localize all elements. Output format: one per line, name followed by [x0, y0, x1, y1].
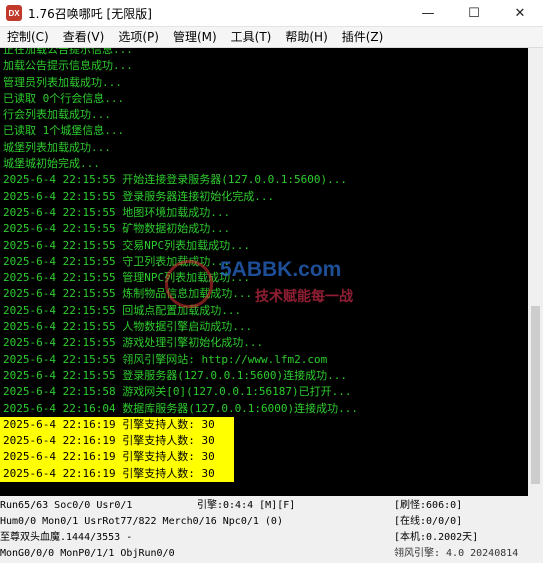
menu-options[interactable]: 选项(P) [111, 27, 166, 47]
log-line: 2025-6-4 22:15:55 回城点配置加载成功... [3, 303, 242, 317]
log-line: 2025-6-4 22:15:55 交易NPC列表加载成功... [3, 238, 250, 252]
status-mon: MonG0/0/0 MonP0/1/1 ObjRun0/0 [0, 548, 175, 559]
log-line: 2025-6-4 22:15:55 游戏处理引擎初始化成功... [3, 336, 264, 350]
menu-help[interactable]: 帮助(H) [278, 27, 334, 47]
menu-control[interactable]: 控制(C) [0, 27, 56, 47]
highlighted-log-line: 2025-6-4 22:16:19 引擎支持人数: 30 [0, 416, 234, 434]
app-logo-icon: DX [6, 5, 22, 21]
status-item: 至尊双头血魔.1444/3553 - [0, 532, 133, 543]
log-console[interactable]: 正在加载公告提示信息... 加载公告提示信息成功... 管理员列表加载成功...… [0, 48, 528, 496]
status-local: [本机:0.2002天] [394, 532, 479, 543]
server-window: DX 1.76召唤哪吒 [无限版] — ☐ ✕ 控制(C) 查看(V) 选项(P… [0, 0, 543, 563]
log-line: 2025-6-4 22:15:55 人物数据引擎启动成功... [3, 320, 253, 334]
log-line: 2025-6-4 22:15:55 翎风引擎网站: http://www.lfm… [3, 352, 328, 366]
log-line: 2025-6-4 22:15:55 守卫列表加载成功... [3, 254, 231, 268]
minimize-button[interactable]: — [405, 0, 451, 26]
log-line: 2025-6-4 22:15:55 地图环境加载成功... [3, 205, 231, 219]
highlighted-log-line: 2025-6-4 22:16:19 引擎支持人数: 30 [0, 449, 234, 466]
log-line: 城堡城初始完成... [3, 157, 100, 171]
window-controls: — ☐ ✕ [405, 0, 543, 26]
title-bar[interactable]: DX 1.76召唤哪吒 [无限版] — ☐ ✕ [0, 0, 543, 27]
log-line: 正在加载公告提示信息... [3, 48, 133, 56]
status-panel: Run65/63 Soc0/0 Usr0/1 引擎:0:4:4 [M][F] [… [0, 496, 543, 563]
window-title: 1.76召唤哪吒 [无限版] [28, 6, 152, 21]
menu-manage[interactable]: 管理(M) [166, 27, 224, 47]
log-line: 管理员列表加载成功... [3, 75, 122, 89]
log-line: 已读取 0个行会信息... [3, 91, 125, 105]
menu-plugins[interactable]: 插件(Z) [335, 27, 391, 47]
log-line: 2025-6-4 22:15:58 游戏网关[0](127.0.0.1:5618… [3, 385, 352, 399]
log-line: 2025-6-4 22:15:55 管理NPC列表加载成功... [3, 271, 250, 285]
highlighted-log-line: 2025-6-4 22:16:19 引擎支持人数: 30 [0, 433, 234, 450]
vertical-scrollbar[interactable] [528, 48, 543, 496]
highlighted-log-line: 2025-6-4 22:16:19 引擎支持人数: 30 [0, 465, 234, 483]
log-line: 2025-6-4 22:15:55 炼制物品信息加载成功... [3, 287, 253, 301]
log-line: 2025-6-4 22:16:04 数据库服务器(127.0.0.1:6000)… [3, 401, 359, 415]
menu-view[interactable]: 查看(V) [56, 27, 112, 47]
scrollbar-thumb[interactable] [531, 306, 540, 484]
log-line: 2025-6-4 22:15:55 登录服务器(127.0.0.1:5600)连… [3, 368, 348, 382]
log-line: 加载公告提示信息成功... [3, 59, 133, 73]
log-line: 已读取 1个城堡信息... [3, 124, 125, 138]
close-button[interactable]: ✕ [497, 0, 543, 26]
status-refresh: [刷怪:606:0] [394, 500, 463, 511]
status-version: 翎风引擎: 4.0 20240814 [394, 548, 519, 559]
log-line: 2025-6-4 22:15:55 登录服务器连接初始化完成... [3, 189, 275, 203]
maximize-button[interactable]: ☐ [451, 0, 497, 26]
log-line: 行会列表加载成功... [3, 108, 111, 122]
log-line: 城堡列表加载成功... [3, 140, 111, 154]
status-hum: Hum0/0 Mon0/1 UsrRot77/822 Merch0/16 Npc… [0, 516, 283, 527]
log-line: 2025-6-4 22:15:55 矿物数据初始成功... [3, 222, 231, 236]
menu-bar: 控制(C) 查看(V) 选项(P) 管理(M) 工具(T) 帮助(H) 插件(Z… [0, 27, 543, 48]
log-line: 2025-6-4 22:15:55 开始连接登录服务器(127.0.0.1:56… [3, 173, 348, 187]
status-run: Run65/63 Soc0/0 Usr0/1 [0, 500, 133, 511]
status-engine: 引擎:0:4:4 [M][F] [197, 500, 296, 511]
status-online: [在线:0/0/0] [394, 516, 463, 527]
menu-tools[interactable]: 工具(T) [224, 27, 279, 47]
